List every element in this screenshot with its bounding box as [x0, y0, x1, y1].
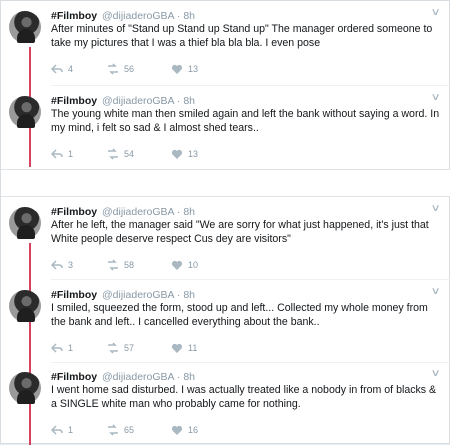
retweet-icon [108, 63, 118, 75]
retweet-count: 65 [124, 425, 135, 435]
tweet[interactable]: #Filmboy @dijiaderoGBA · 8h ∨ The young … [1, 86, 450, 168]
reply-icon [51, 260, 63, 270]
tweet-header: #Filmboy @dijiaderoGBA · 8h [51, 95, 195, 107]
avatar[interactable] [9, 372, 41, 404]
retweet-count: 57 [124, 343, 135, 353]
timestamp[interactable]: 8h [183, 206, 195, 218]
display-name[interactable]: #Filmboy [51, 206, 97, 218]
handle[interactable]: @dijiaderoGBA [102, 95, 174, 107]
chevron-down-icon[interactable]: ∨ [430, 203, 440, 214]
like-count: 13 [188, 149, 199, 159]
handle[interactable]: @dijiaderoGBA [102, 206, 174, 218]
tweet[interactable]: #Filmboy @dijiaderoGBA · 8h ∨ After he l… [1, 197, 450, 279]
timeline: #Filmboy @dijiaderoGBA · 8h ∨ After minu… [0, 0, 450, 445]
reply-count: 3 [68, 260, 74, 270]
reply-icon [51, 149, 63, 159]
section-separator [1, 169, 450, 197]
heart-icon [171, 425, 183, 435]
reply-icon [51, 64, 63, 74]
chevron-down-icon[interactable]: ∨ [430, 286, 440, 297]
display-name[interactable]: #Filmboy [51, 10, 97, 22]
like-count: 13 [188, 64, 199, 74]
reply-icon [51, 343, 63, 353]
tweet-header: #Filmboy @dijiaderoGBA · 8h [51, 10, 195, 22]
chevron-down-icon[interactable]: ∨ [430, 368, 440, 379]
reply-button[interactable]: 3 [51, 258, 73, 272]
tweet-thread-1: #Filmboy @dijiaderoGBA · 8h ∨ After minu… [1, 1, 450, 167]
reply-count: 4 [68, 64, 74, 74]
reply-button[interactable]: 1 [51, 147, 73, 161]
retweet-icon [108, 342, 118, 354]
reply-count: 1 [68, 425, 74, 435]
tweet-text: After minutes of "Stand up Stand up Stan… [51, 23, 433, 49]
tweet-text: I went home sad disturbed. I was actuall… [51, 384, 437, 410]
like-button[interactable]: 11 [171, 341, 197, 355]
reply-button[interactable]: 4 [51, 62, 73, 76]
like-button[interactable]: 10 [171, 258, 198, 272]
heart-icon [171, 343, 183, 353]
reply-icon [51, 425, 63, 435]
retweet-button[interactable]: 65 [107, 423, 134, 437]
avatar[interactable] [9, 207, 41, 239]
retweet-icon [108, 424, 118, 436]
retweet-count: 56 [124, 64, 135, 74]
tweet[interactable]: #Filmboy @dijiaderoGBA · 8h ∨ I went hom… [1, 362, 450, 444]
tweet[interactable]: #Filmboy @dijiaderoGBA · 8h ∨ I smiled, … [1, 280, 450, 362]
heart-icon [171, 149, 183, 159]
tweet-thread-2: #Filmboy @dijiaderoGBA · 8h ∨ After he l… [1, 197, 450, 445]
timestamp[interactable]: 8h [183, 289, 195, 301]
timestamp[interactable]: 8h [183, 10, 195, 22]
handle[interactable]: @dijiaderoGBA [102, 289, 174, 301]
tweet-header: #Filmboy @dijiaderoGBA · 8h [51, 206, 195, 218]
retweet-button[interactable]: 58 [107, 258, 134, 272]
like-count: 16 [188, 425, 199, 435]
avatar[interactable] [9, 11, 41, 43]
tweet-header: #Filmboy @dijiaderoGBA · 8h [51, 289, 195, 301]
heart-icon [171, 260, 183, 270]
tweet[interactable]: #Filmboy @dijiaderoGBA · 8h ∨ After minu… [1, 1, 450, 83]
display-name[interactable]: #Filmboy [51, 371, 97, 383]
like-button[interactable]: 13 [171, 62, 198, 76]
like-count: 10 [188, 260, 199, 270]
heart-icon [171, 64, 183, 74]
retweet-button[interactable]: 57 [107, 341, 134, 355]
chevron-down-icon[interactable]: ∨ [430, 92, 440, 103]
tweet-header: #Filmboy @dijiaderoGBA · 8h [51, 371, 195, 383]
retweet-button[interactable]: 54 [107, 147, 134, 161]
tweet-text: The young white man then smiled again an… [51, 108, 440, 134]
tweet-text: After he left, the manager said "We are … [51, 219, 429, 245]
retweet-icon [108, 259, 118, 271]
avatar[interactable] [9, 290, 41, 322]
like-count: 11 [188, 343, 198, 353]
reply-button[interactable]: 1 [51, 341, 73, 355]
display-name[interactable]: #Filmboy [51, 95, 97, 107]
like-button[interactable]: 13 [171, 147, 198, 161]
retweet-button[interactable]: 56 [107, 62, 134, 76]
handle[interactable]: @dijiaderoGBA [102, 10, 174, 22]
reply-count: 1 [68, 343, 74, 353]
reply-count: 1 [68, 149, 74, 159]
timestamp[interactable]: 8h [183, 371, 195, 383]
retweet-count: 58 [124, 260, 135, 270]
handle[interactable]: @dijiaderoGBA [102, 371, 174, 383]
retweet-icon [108, 148, 118, 160]
timestamp[interactable]: 8h [183, 95, 195, 107]
chevron-down-icon[interactable]: ∨ [430, 7, 440, 18]
reply-button[interactable]: 1 [51, 423, 73, 437]
tweet-text: I smiled, squeezed the form, stood up an… [51, 302, 428, 328]
like-button[interactable]: 16 [171, 423, 198, 437]
retweet-count: 54 [124, 149, 135, 159]
avatar[interactable] [9, 96, 41, 128]
display-name[interactable]: #Filmboy [51, 289, 97, 301]
